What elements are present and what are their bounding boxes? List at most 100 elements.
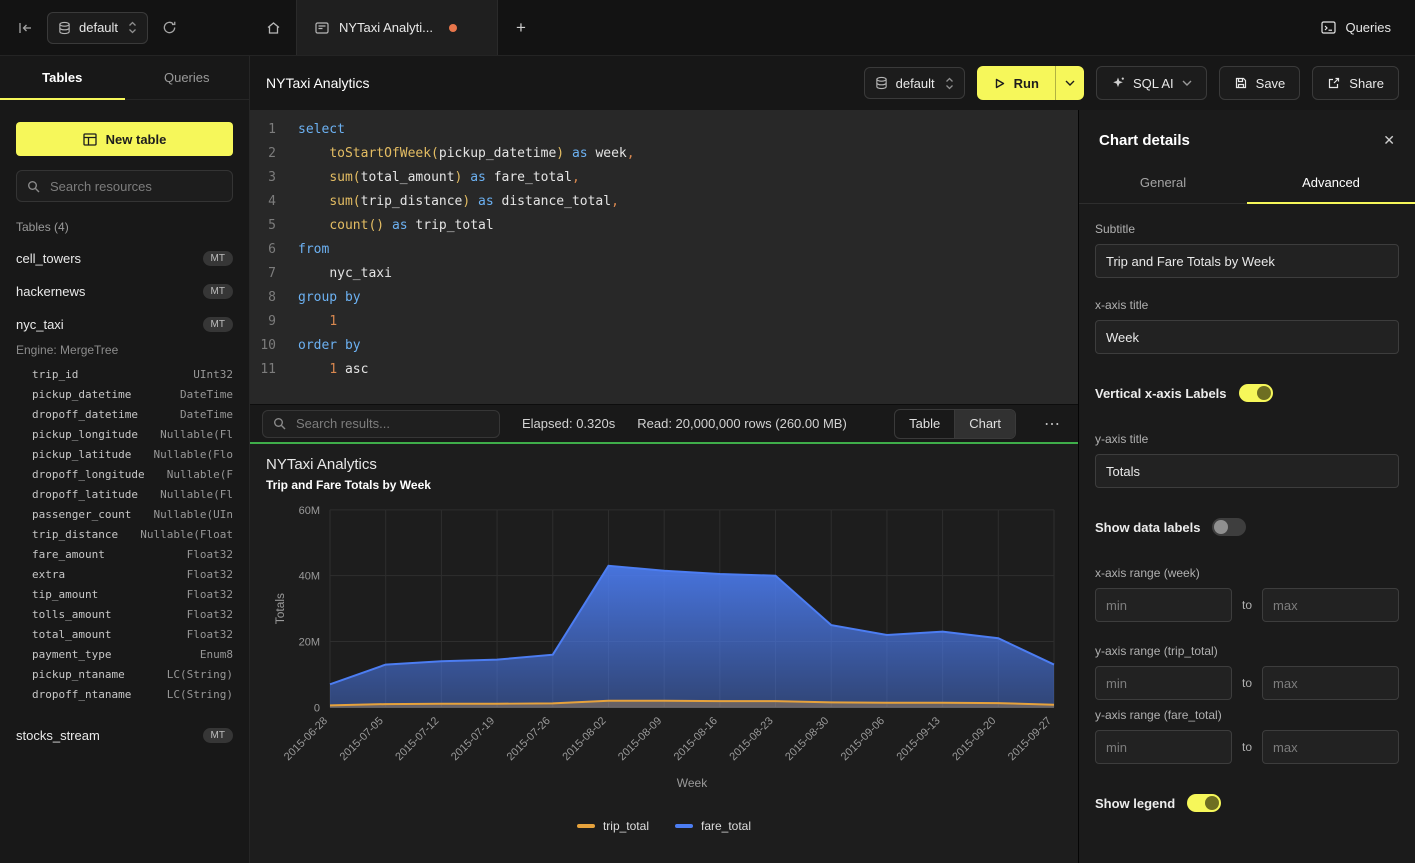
column-row[interactable]: trip_id UInt32 [0, 365, 249, 385]
database-icon [875, 76, 888, 90]
x-range-min-input[interactable] [1095, 588, 1232, 622]
column-row[interactable]: payment_typeEnum8 [0, 645, 249, 665]
code-line[interactable]: 11 1 asc [250, 358, 1078, 382]
y-axis-title-input[interactable] [1095, 454, 1399, 488]
chart-plot[interactable]: 020M40M60M2015-06-282015-07-052015-07-12… [250, 444, 1078, 863]
column-row[interactable]: pickup_latitudeNullable(Flo [0, 445, 249, 465]
svg-text:2015-09-27: 2015-09-27 [1006, 715, 1054, 763]
sql-ai-button[interactable]: SQL AI [1096, 66, 1207, 100]
code-line[interactable]: 7 nyc_taxi [250, 262, 1078, 286]
sidebar-tab-tables[interactable]: Tables [0, 56, 125, 99]
column-row[interactable]: passenger_countNullable(UIn [0, 505, 249, 525]
y-axis-range-fare-row: to [1095, 730, 1399, 764]
view-toggle-chart[interactable]: Chart [954, 410, 1015, 438]
y-range-fare-min-input[interactable] [1095, 730, 1232, 764]
panel-tab-advanced[interactable]: Advanced [1247, 165, 1415, 203]
column-name: trip_id [32, 365, 78, 385]
column-name: pickup_datetime [32, 385, 131, 405]
column-row[interactable]: pickup_datetimeDateTime [0, 385, 249, 405]
panel-tab-general[interactable]: General [1079, 165, 1247, 203]
table-item-stocks-stream[interactable]: stocks_stream MT [0, 719, 249, 752]
engine-badge: MT [203, 251, 233, 266]
query-tab[interactable]: NYTaxi Analyti... [296, 0, 498, 55]
column-row[interactable]: pickup_longitudeNullable(Fl [0, 425, 249, 445]
column-row[interactable]: dropoff_datetimeDateTime [0, 405, 249, 425]
legend-item[interactable]: trip_total [577, 819, 649, 833]
svg-text:60M: 60M [299, 505, 320, 517]
code-text: nyc_taxi [298, 262, 392, 286]
vertical-x-labels-label: Vertical x-axis Labels [1095, 386, 1227, 401]
show-data-labels-toggle[interactable] [1212, 518, 1246, 536]
svg-text:Week: Week [677, 776, 707, 790]
column-row[interactable]: total_amountFloat32 [0, 625, 249, 645]
subtitle-input[interactable] [1095, 244, 1399, 278]
svg-text:2015-08-23: 2015-08-23 [727, 715, 775, 763]
x-axis-title-input[interactable] [1095, 320, 1399, 354]
sidebar-tab-queries[interactable]: Queries [125, 56, 250, 99]
table-item-hackernews[interactable]: hackernews MT [0, 275, 249, 308]
topbar: default NYTaxi Analyti... + Queries [0, 0, 1415, 56]
column-row[interactable]: tip_amountFloat32 [0, 585, 249, 605]
results-search [262, 410, 500, 438]
home-tab-button[interactable] [250, 0, 296, 55]
column-row[interactable]: pickup_ntanameLC(String) [0, 665, 249, 685]
code-line[interactable]: 4 sum(trip_distance) as distance_total, [250, 190, 1078, 214]
code-text: order by [298, 334, 361, 358]
table-item-nyc-taxi[interactable]: nyc_taxi MT [0, 308, 249, 341]
range-to-label: to [1242, 740, 1252, 754]
column-row[interactable]: extraFloat32 [0, 565, 249, 585]
chart-details-panel: Chart details ✕ General Advanced Subtitl… [1078, 110, 1415, 863]
code-line[interactable]: 8group by [250, 286, 1078, 310]
close-icon[interactable]: ✕ [1383, 132, 1395, 149]
code-line[interactable]: 5 count() as trip_total [250, 214, 1078, 238]
page-title: NYTaxi Analytics [266, 75, 369, 91]
code-line[interactable]: 2 toStartOfWeek(pickup_datetime) as week… [250, 142, 1078, 166]
sql-editor[interactable]: 1select2 toStartOfWeek(pickup_datetime) … [250, 110, 1078, 404]
results-search-input[interactable] [294, 415, 489, 432]
table-item-cell-towers[interactable]: cell_towers MT [0, 242, 249, 275]
more-options-icon[interactable]: ⋯ [1038, 414, 1066, 434]
show-legend-toggle[interactable] [1187, 794, 1221, 812]
legend-label: fare_total [701, 819, 751, 833]
run-button[interactable]: Run [977, 66, 1084, 100]
column-name: dropoff_ntaname [32, 685, 131, 705]
queries-button[interactable]: Queries [1321, 0, 1415, 55]
column-row[interactable]: trip_distanceNullable(Float [0, 525, 249, 545]
svg-text:2015-06-28: 2015-06-28 [282, 715, 330, 763]
column-type: Enum8 [200, 645, 233, 665]
y-range-fare-max-input[interactable] [1262, 730, 1399, 764]
column-type: Float32 [187, 625, 233, 645]
column-row[interactable]: fare_amountFloat32 [0, 545, 249, 565]
refresh-button[interactable] [162, 20, 177, 35]
new-tab-button[interactable]: + [498, 0, 544, 55]
database-selector[interactable]: default [47, 12, 148, 44]
code-line[interactable]: 10order by [250, 334, 1078, 358]
sidebar-search-input[interactable] [48, 178, 222, 195]
view-toggle-table[interactable]: Table [895, 410, 954, 438]
table-name: hackernews [16, 284, 203, 299]
table-list: cell_towers MT hackernews MT nyc_taxi MT… [0, 242, 249, 863]
code-line[interactable]: 6from [250, 238, 1078, 262]
sidebar-collapse-button[interactable] [18, 21, 33, 35]
query-database-selector[interactable]: default [864, 67, 965, 99]
column-row[interactable]: dropoff_latitudeNullable(Fl [0, 485, 249, 505]
column-row[interactable]: tolls_amountFloat32 [0, 605, 249, 625]
column-row[interactable]: dropoff_ntanameLC(String) [0, 685, 249, 705]
column-type: UInt32 [193, 365, 233, 385]
code-line[interactable]: 1select [250, 118, 1078, 142]
y-range-trip-min-input[interactable] [1095, 666, 1232, 700]
column-row[interactable]: dropoff_longitudeNullable(F [0, 465, 249, 485]
database-icon [58, 21, 71, 35]
code-line[interactable]: 3 sum(total_amount) as fare_total, [250, 166, 1078, 190]
share-button[interactable]: Share [1312, 66, 1399, 100]
run-options-caret[interactable] [1055, 66, 1084, 100]
vertical-x-labels-toggle[interactable] [1239, 384, 1273, 402]
x-range-max-input[interactable] [1262, 588, 1399, 622]
legend-item[interactable]: fare_total [675, 819, 751, 833]
new-table-button[interactable]: New table [16, 122, 233, 156]
code-line[interactable]: 9 1 [250, 310, 1078, 334]
show-data-labels-label: Show data labels [1095, 520, 1200, 535]
y-range-trip-max-input[interactable] [1262, 666, 1399, 700]
svg-text:2015-08-16: 2015-08-16 [672, 715, 720, 763]
save-button[interactable]: Save [1219, 66, 1301, 100]
